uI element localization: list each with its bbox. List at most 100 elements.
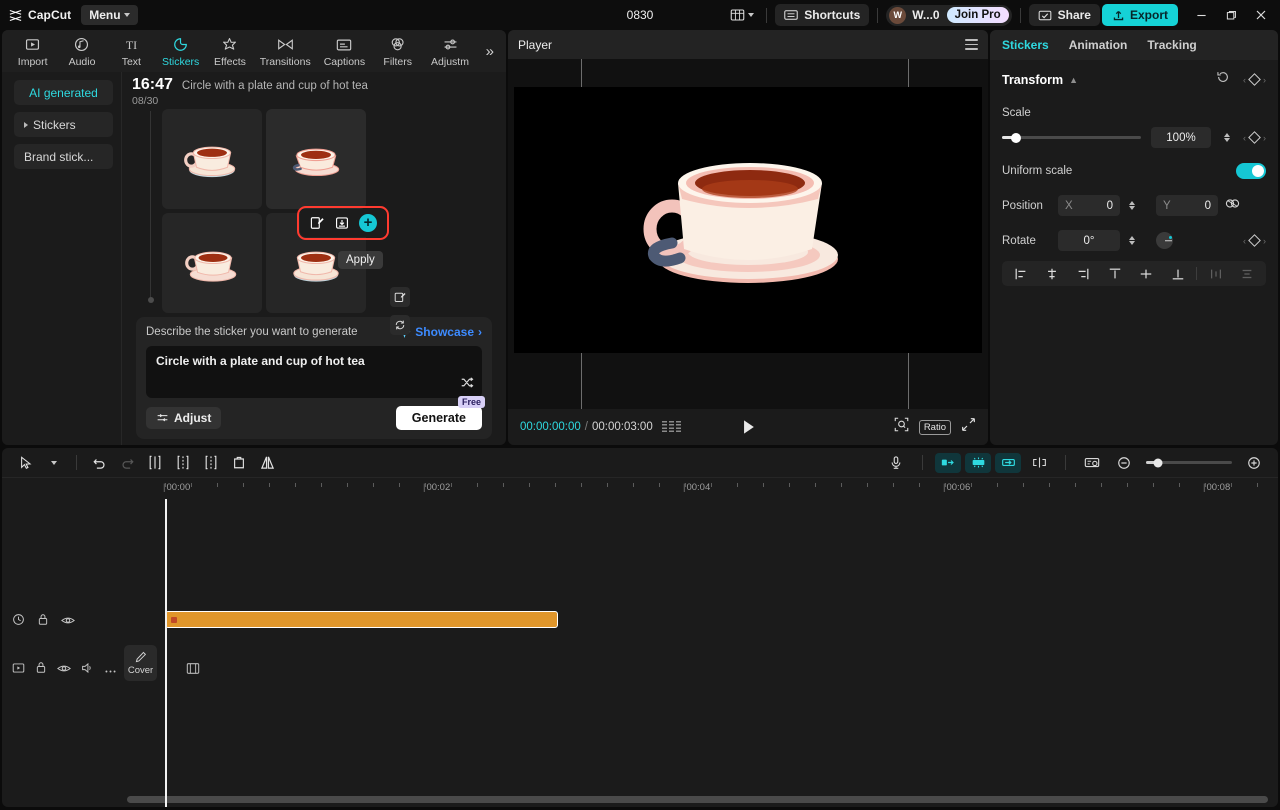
function-adjustment[interactable]: Adjustm: [422, 34, 477, 68]
scale-value-field[interactable]: 100%: [1151, 127, 1211, 148]
account-chip[interactable]: W W...0 Join Pro: [886, 4, 1012, 26]
category-ai-generated[interactable]: AI generated: [14, 80, 113, 105]
reset-icon[interactable]: [1216, 70, 1230, 89]
align-bottom-icon[interactable]: [1163, 261, 1192, 286]
zoom-slider-knob[interactable]: [1153, 458, 1163, 467]
rotate-stepper[interactable]: [1126, 236, 1138, 245]
keyframe-control[interactable]: ‹ ›: [1243, 73, 1266, 86]
shuffle-icon[interactable]: [460, 376, 474, 392]
close-button[interactable]: [1246, 1, 1276, 29]
hamburger-icon[interactable]: [965, 39, 978, 50]
minimize-button[interactable]: [1186, 1, 1216, 29]
maximize-button[interactable]: [1216, 1, 1246, 29]
link-position-icon[interactable]: [1225, 197, 1240, 215]
rotate-value-field[interactable]: 0°: [1058, 230, 1120, 251]
category-stickers[interactable]: Stickers: [14, 112, 113, 137]
zoom-slider[interactable]: [1146, 458, 1232, 467]
function-stickers[interactable]: Stickers: [156, 34, 205, 68]
function-captions[interactable]: Captions: [316, 35, 373, 68]
more-icon[interactable]: [104, 661, 117, 679]
volume-icon[interactable]: [81, 661, 94, 679]
distribute-vertical-icon[interactable]: [1233, 261, 1262, 286]
marker-button[interactable]: [1078, 451, 1106, 475]
storyboard-icon[interactable]: [661, 420, 681, 434]
scale-slider-knob[interactable]: [1010, 132, 1021, 143]
cursor-tool-button[interactable]: [12, 451, 40, 475]
lock-icon[interactable]: [37, 613, 49, 631]
rotate-keyframe-control[interactable]: ‹ ›: [1243, 234, 1266, 247]
rotate-dial-icon[interactable]: [1156, 232, 1173, 249]
menu-button[interactable]: Menu: [81, 5, 138, 25]
freeze-frame-button[interactable]: [1025, 451, 1053, 475]
align-left-icon[interactable]: [1006, 261, 1035, 286]
position-y-field[interactable]: Y 0: [1156, 195, 1218, 216]
zoom-out-button[interactable]: [1110, 451, 1138, 475]
eye-icon[interactable]: [61, 613, 75, 631]
lock-icon[interactable]: [35, 661, 47, 679]
function-import[interactable]: Import: [8, 34, 57, 68]
export-button[interactable]: Export: [1101, 4, 1178, 26]
timeline-canvas[interactable]: [122, 499, 1278, 807]
regenerate-icon[interactable]: [390, 315, 410, 335]
category-brand-stickers[interactable]: Brand stick...: [14, 144, 113, 169]
mirror-button[interactable]: [253, 451, 281, 475]
layout-button[interactable]: [726, 5, 758, 25]
tool-dropdown-button[interactable]: [40, 451, 68, 475]
tab-animation[interactable]: Animation: [1069, 38, 1128, 52]
showcase-link[interactable]: Showcase ›: [398, 325, 482, 339]
adjust-button[interactable]: Adjust: [146, 407, 222, 429]
timeline-ruler[interactable]: 00:00 00:02 00:04 00:06 00:08: [2, 477, 1278, 499]
align-center-horizontal-icon[interactable]: [1037, 261, 1066, 286]
prompt-input[interactable]: Circle with a plate and cup of hot tea: [146, 346, 482, 398]
split-button[interactable]: [141, 451, 169, 475]
shortcuts-button[interactable]: Shortcuts: [775, 4, 870, 26]
sticker-result-2[interactable]: + Apply: [266, 109, 389, 269]
chevron-up-icon[interactable]: ▲: [1069, 75, 1078, 85]
ratio-button[interactable]: Ratio: [918, 419, 951, 435]
align-top-icon[interactable]: [1100, 261, 1129, 286]
auto-cut-button[interactable]: [965, 452, 991, 473]
scale-stepper[interactable]: [1221, 133, 1233, 142]
tab-stickers[interactable]: Stickers: [1002, 38, 1049, 52]
generate-button[interactable]: Free Generate: [395, 396, 485, 430]
video-icon[interactable]: [12, 661, 25, 679]
sticker-clip[interactable]: [165, 611, 558, 628]
tab-tracking[interactable]: Tracking: [1147, 38, 1196, 52]
distribute-horizontal-icon[interactable]: [1201, 261, 1230, 286]
delete-button[interactable]: [225, 451, 253, 475]
fullscreen-icon[interactable]: [961, 417, 976, 437]
play-button[interactable]: [739, 419, 757, 435]
eye-icon[interactable]: [57, 661, 71, 679]
function-audio[interactable]: Audio: [57, 34, 106, 68]
more-functions-button[interactable]: »: [478, 43, 502, 60]
zoom-in-button[interactable]: [1240, 451, 1268, 475]
download-icon[interactable]: [334, 215, 350, 231]
scale-slider[interactable]: [1002, 132, 1141, 143]
position-x-field[interactable]: X 0: [1058, 195, 1120, 216]
add-to-timeline-icon[interactable]: +: [359, 214, 377, 232]
join-pro-button[interactable]: Join Pro: [946, 7, 1009, 23]
sticker-result-1[interactable]: [162, 109, 262, 209]
edit-sticker-icon[interactable]: [309, 215, 325, 231]
share-button[interactable]: Share: [1028, 4, 1100, 26]
zoom-fit-icon[interactable]: [894, 417, 909, 437]
microphone-button[interactable]: [882, 451, 910, 475]
horizontal-scrollbar[interactable]: [127, 796, 1268, 803]
current-time[interactable]: 00:00:00:00: [520, 421, 581, 433]
clock-icon[interactable]: [12, 613, 25, 631]
trim-left-button[interactable]: [169, 451, 197, 475]
function-effects[interactable]: Effects: [205, 34, 254, 68]
player-stage[interactable]: [508, 59, 988, 409]
undo-button[interactable]: [85, 451, 113, 475]
function-filters[interactable]: Filters: [373, 34, 422, 68]
function-transitions[interactable]: Transitions: [255, 34, 316, 68]
redo-button[interactable]: [113, 451, 141, 475]
sticker-result-3[interactable]: [162, 213, 262, 313]
uniform-scale-toggle[interactable]: [1236, 163, 1266, 179]
trim-right-button[interactable]: [197, 451, 225, 475]
position-x-stepper[interactable]: [1126, 201, 1138, 210]
transition-in-button[interactable]: [935, 452, 961, 473]
playhead-line[interactable]: [165, 499, 167, 807]
transition-out-button[interactable]: [995, 452, 1021, 473]
film-icon[interactable]: [186, 662, 200, 680]
